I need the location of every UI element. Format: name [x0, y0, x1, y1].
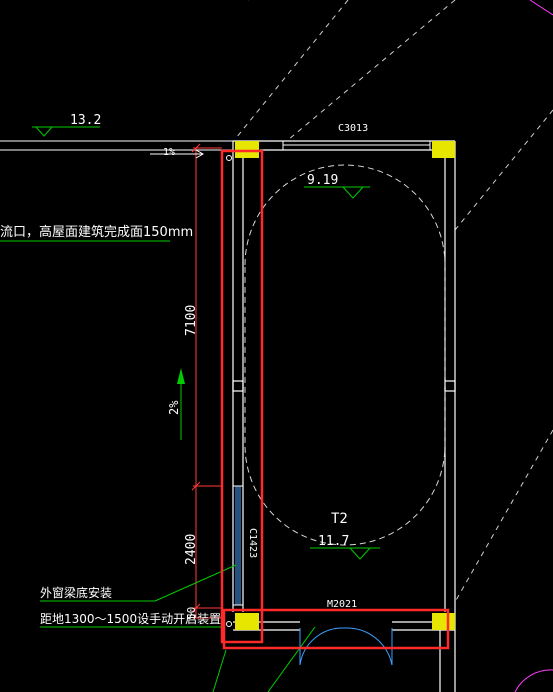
room-name: T2 [331, 511, 348, 527]
elevation-room-bottom: 11.7 [318, 534, 349, 549]
door-m2021 [299, 627, 393, 666]
slope-arrow-head [177, 368, 185, 384]
background-diagonal-lines [235, 0, 553, 603]
column-top-right [432, 141, 455, 158]
dimension-lower: 2400 [184, 534, 199, 565]
cad-floor-plan: 13.2 1% C3013 9.19 流口，高屋面建筑完成面150mm T2 1… [0, 0, 553, 692]
slope-top-label: 1% [163, 147, 175, 158]
dimension-upper: 7100 [184, 305, 199, 336]
note-window-1: 外窗梁底安装 [40, 585, 112, 600]
window-top-tag: C3013 [338, 123, 368, 134]
door-bottom-tag: M2021 [327, 599, 357, 610]
magenta-edge-line [529, 0, 553, 16]
slope-mid-label: 2% [167, 400, 181, 415]
note-drain: 流口，高屋面建筑完成面150mm [0, 224, 193, 240]
elevation-room-top: 9.19 [307, 173, 338, 188]
dimension-tail: 50 [185, 607, 198, 620]
window-top [282, 140, 431, 151]
window-vertical-glass [235, 486, 241, 605]
vertical-window-tag: C1423 [247, 528, 258, 558]
columns [235, 141, 455, 630]
track-outline [244, 164, 446, 546]
magenta-arc [514, 669, 553, 692]
elevation-markers [32, 126, 380, 560]
column-bottom-right [432, 613, 455, 630]
column-bottom-left [235, 613, 259, 630]
column-top-left [235, 141, 259, 158]
slope-arrow-top [150, 149, 205, 159]
review-highlights [220, 149, 450, 650]
drain-symbol-bottom [226, 621, 232, 627]
drain-symbol [226, 155, 232, 161]
elevation-left-top: 13.2 [70, 113, 101, 128]
